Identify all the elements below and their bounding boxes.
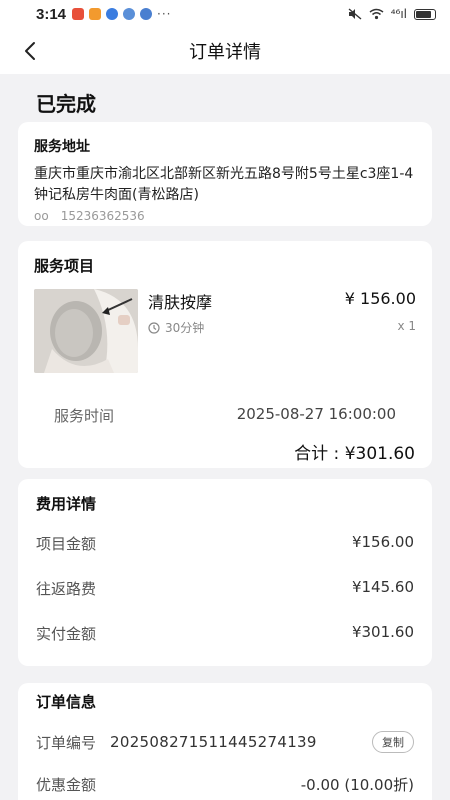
wifi-icon xyxy=(369,8,384,20)
service-quantity: x 1 xyxy=(397,319,416,333)
copy-button[interactable]: 复制 xyxy=(372,731,414,753)
app-notification-icon xyxy=(106,8,119,20)
order-info-card: 订单信息 订单编号 20250827151144527413­9 复制 优惠金额… xyxy=(18,683,432,800)
mute-icon xyxy=(348,8,362,20)
chevron-left-icon xyxy=(25,42,35,60)
service-address-card: 服务地址 重庆市重庆市渝北区北部新区新光五路8号附5号土星c3座1-4钟记私房牛… xyxy=(18,122,432,226)
page-title: 订单详情 xyxy=(189,42,261,63)
duration-text: 30分钟 xyxy=(165,321,205,335)
order-number-label: 订单编号 xyxy=(36,733,97,752)
service-time-value: 2025-08-27 16:00:00 xyxy=(236,405,396,423)
fee-details-card: 费用详情 项目金额 ¥156.00 往返路费 ¥145.60 实付金额 ¥301… xyxy=(18,479,432,666)
address-contact: oo 15236362536 xyxy=(34,209,416,223)
service-duration: 30分钟 xyxy=(148,319,204,336)
order-number: 20250827151144527413­9 xyxy=(110,733,317,751)
back-button[interactable] xyxy=(16,37,44,65)
fee-value: ¥301.60 xyxy=(351,623,414,641)
status-bar: 3:14 ··· ⁴⁶ıl xyxy=(0,0,450,28)
service-items-card: 服务项目 清肤按摩 ¥ 156.00 30分钟 x 1 服务时间 2025-08… xyxy=(18,241,432,468)
service-name: 清肤按摩 xyxy=(148,293,213,312)
fee-label: 项目金额 xyxy=(36,535,97,553)
service-price: ¥ 156.00 xyxy=(344,289,416,308)
contact-phone: 15236362536 xyxy=(60,209,145,223)
order-number-row: 订单编号 20250827151144527413­9 复制 xyxy=(36,731,414,753)
contact-name: oo xyxy=(34,209,49,223)
discount-value: -0.00 (10.00折) xyxy=(300,776,414,794)
service-time-label: 服务时间 xyxy=(54,407,115,425)
battery-icon xyxy=(414,8,436,20)
fee-row: 往返路费 ¥145.60 xyxy=(36,578,414,599)
fee-row: 实付金额 ¥301.60 xyxy=(36,623,414,644)
discount-row: 优惠金额 -0.00 (10.00折) xyxy=(36,774,414,795)
service-item[interactable]: 清肤按摩 ¥ 156.00 30分钟 x 1 xyxy=(34,287,416,373)
service-title: 服务项目 xyxy=(34,257,95,275)
order-info-title: 订单信息 xyxy=(36,693,97,711)
app-notification-icon xyxy=(72,8,85,20)
order-status: 已完成 xyxy=(36,92,96,116)
discount-label: 优惠金额 xyxy=(36,776,97,794)
fee-value: ¥156.00 xyxy=(351,533,414,551)
fee-title: 费用详情 xyxy=(36,495,97,513)
fee-label: 实付金额 xyxy=(36,625,97,643)
app-notification-icon xyxy=(123,8,136,20)
fee-value: ¥145.60 xyxy=(351,578,414,596)
navigation-bar: 订单详情 xyxy=(0,28,450,74)
app-notification-icon xyxy=(89,8,102,20)
cellular-signal-icon: ⁴⁶ıl xyxy=(390,7,407,21)
address-title: 服务地址 xyxy=(34,139,90,155)
order-total: 合计 : ¥301.60 xyxy=(294,444,415,464)
fee-label: 往返路费 xyxy=(36,580,97,598)
more-notifications-icon: ··· xyxy=(157,7,172,21)
address-text: 重庆市重庆市渝北区北部新区新光五路8号附5号土星c3座1-4钟记私房牛肉面(青松… xyxy=(34,166,414,203)
status-time: 3:14 xyxy=(36,5,67,23)
service-image xyxy=(34,289,138,373)
clock-icon xyxy=(148,321,160,334)
app-notification-icon xyxy=(140,8,153,20)
fee-row: 项目金额 ¥156.00 xyxy=(36,533,414,554)
